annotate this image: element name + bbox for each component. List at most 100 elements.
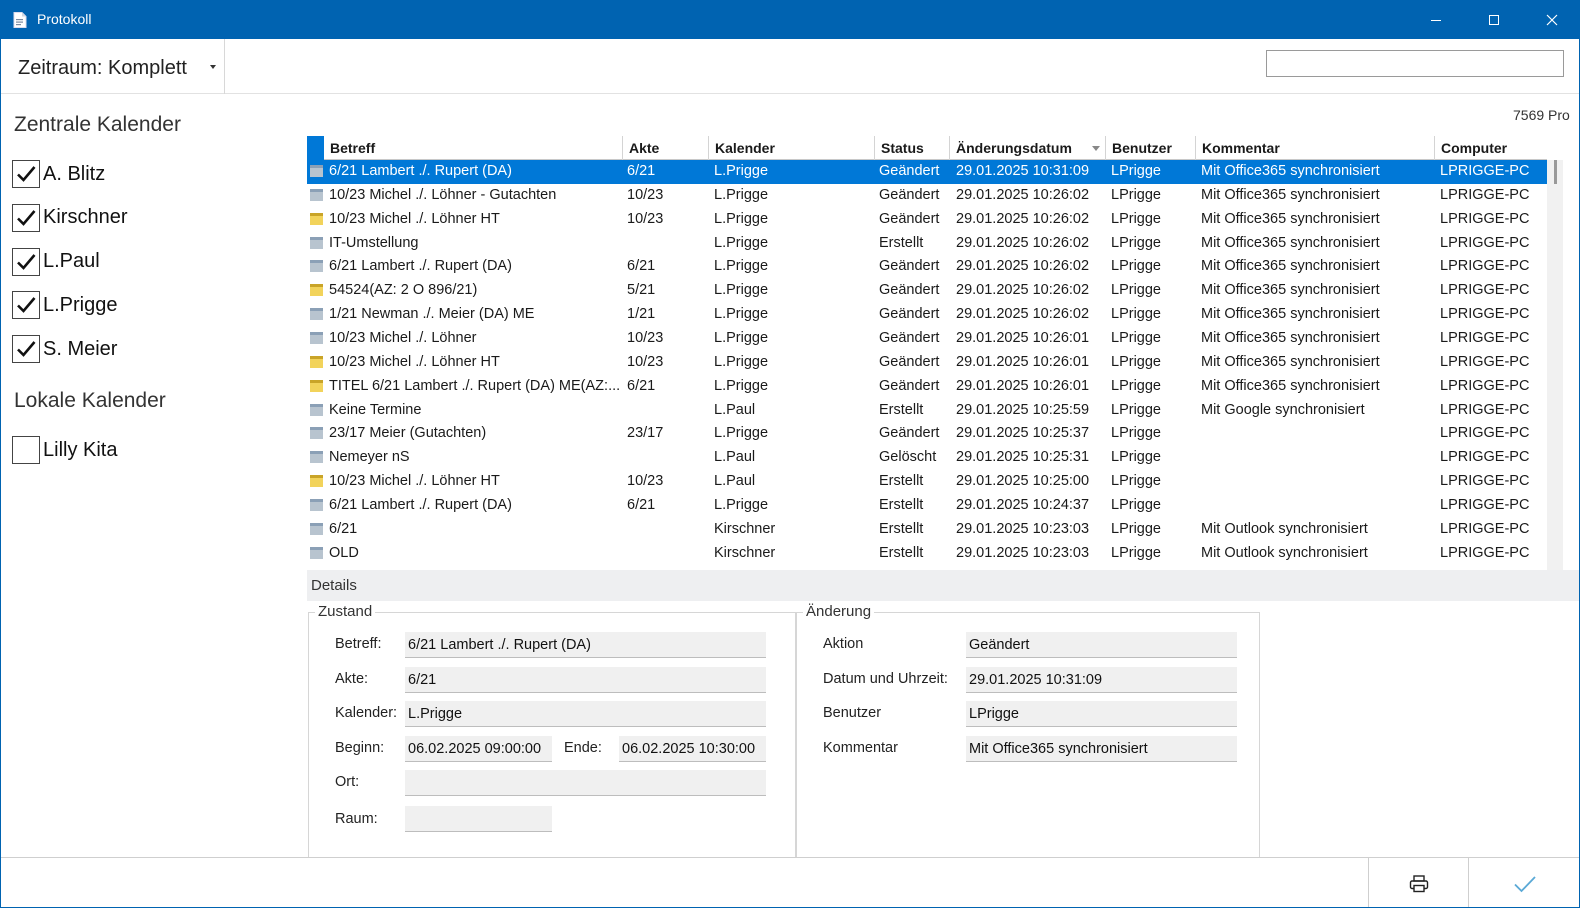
benutzer-field[interactable]: LPrigge <box>966 701 1237 727</box>
cell-kommentar: Mit Office365 synchronisiert <box>1201 258 1380 275</box>
document-icon <box>13 12 27 28</box>
cell-benutzer: LPrigge <box>1111 258 1161 275</box>
kommentar-field[interactable]: Mit Office365 synchronisiert <box>966 736 1237 762</box>
table-row[interactable]: 10/23 Michel ./. Löhner 10/23 L.Prigge Geän… <box>307 327 1547 351</box>
cell-computer: LPRIGGE-PC <box>1440 186 1530 203</box>
column-header-betreff[interactable]: Betreff <box>324 136 623 160</box>
cell-akte: 6/21 <box>627 163 656 179</box>
cell-kalender: L.Prigge <box>714 210 769 227</box>
cell-status: Geändert <box>879 282 940 299</box>
table-row[interactable]: 10/23 Michel ./. Löhner HT 10/23 L.Prigge G… <box>307 208 1547 232</box>
checkbox-unchecked[interactable] <box>12 436 40 464</box>
cell-datum: 29.01.2025 10:26:02 <box>956 210 1090 227</box>
calendar-checkbox-row[interactable]: L.Prigge <box>12 291 118 320</box>
table-row[interactable]: 10/23 Michel ./. Löhner HT 10/23 L.Paul Ers… <box>307 470 1547 494</box>
cell-datum: 29.01.2025 10:26:02 <box>956 234 1090 251</box>
cell-betreff: 10/23 Michel ./. Löhner HT <box>329 473 500 490</box>
cell-status: Geändert <box>879 377 940 394</box>
column-header-aenderungsdatum[interactable]: Änderungsdatum <box>950 136 1106 160</box>
aktion-field[interactable]: Geändert <box>966 632 1237 658</box>
details-label: Details <box>311 577 357 594</box>
table-row[interactable]: 6/21 Lambert ./. Rupert (DA) 6/21 L.Prigge… <box>307 494 1547 518</box>
cell-datum: 29.01.2025 10:24:37 <box>956 496 1090 513</box>
table-row[interactable]: TITEL 6/21 Lambert ./. Rupert (DA) ME(AZ… <box>307 375 1547 399</box>
cell-kommentar: Mit Office365 synchronisiert <box>1201 186 1380 203</box>
beginn-field[interactable]: 06.02.2025 09:00:00 <box>405 736 552 762</box>
cell-computer: LPRIGGE-PC <box>1440 329 1530 346</box>
cell-kalender: L.Prigge <box>714 282 769 299</box>
calendar-checkbox-row[interactable]: Lilly Kita <box>12 436 117 464</box>
checkbox-checked[interactable] <box>12 203 40 232</box>
cell-betreff: IT-Umstellung <box>329 234 419 251</box>
checkbox-checked[interactable] <box>12 335 40 364</box>
cell-betreff: 10/23 Michel ./. Löhner - Gutachten <box>329 186 557 203</box>
cell-benutzer: LPrigge <box>1111 306 1161 323</box>
scrollbar-thumb[interactable] <box>1554 160 1557 184</box>
record-count: 7569 Pro <box>1513 107 1570 123</box>
calendar-checkbox-row[interactable]: Kirschner <box>12 203 127 232</box>
ende-field[interactable]: 06.02.2025 10:30:00 <box>619 736 766 762</box>
cell-kommentar: Mit Office365 synchronisiert <box>1201 282 1380 299</box>
table-row[interactable]: 6/21 Lambert ./. Rupert (DA) 6/21 L.Prigge… <box>307 255 1547 279</box>
column-header-kalender[interactable]: Kalender <box>709 136 875 160</box>
cell-status: Geändert <box>879 186 940 203</box>
calendar-checkbox-row[interactable]: A. Blitz <box>12 160 105 188</box>
table-row[interactable]: 1/21 Newman ./. Meier (DA) ME 1/21 L.Prigg… <box>307 303 1547 327</box>
table-row[interactable]: Nemeyer nS L.Paul Gelöscht 29.01.2025 10:25… <box>307 446 1547 470</box>
print-button[interactable] <box>1368 858 1468 907</box>
minimize-icon <box>1431 20 1441 21</box>
checkbox-checked[interactable] <box>12 247 40 276</box>
cell-kalender: L.Prigge <box>714 306 769 323</box>
column-header-status[interactable]: Status <box>875 136 950 160</box>
table-row[interactable]: 54524(AZ: 2 O 896/21) 5/21 L.Prigge Geänder… <box>307 279 1547 303</box>
cell-kalender: L.Prigge <box>714 163 769 179</box>
window-title: Protokoll <box>37 11 92 27</box>
column-header-akte[interactable]: Akte <box>623 136 709 160</box>
table-row[interactable]: IT-Umstellung L.Prigge Erstellt 29.01.2025 … <box>307 232 1547 256</box>
minimize-button[interactable] <box>1407 1 1465 39</box>
cell-computer: LPRIGGE-PC <box>1440 496 1530 513</box>
checkbox-checked[interactable] <box>12 291 40 320</box>
calendar-gray-icon <box>310 403 323 416</box>
kalender-field[interactable]: L.Prigge <box>405 701 766 727</box>
calendar-gray-icon <box>310 522 323 535</box>
cell-status: Erstellt <box>879 401 924 418</box>
raum-field[interactable] <box>405 806 552 832</box>
calendar-checkbox-row[interactable]: L.Paul <box>12 247 100 276</box>
cell-benutzer: LPrigge <box>1111 520 1161 537</box>
cell-betreff: OLD <box>329 544 359 561</box>
ok-button[interactable] <box>1468 858 1579 907</box>
calendar-gray-icon <box>310 331 323 344</box>
checkmark-icon <box>17 253 36 270</box>
cell-kommentar: Mit Office365 synchronisiert <box>1201 353 1380 370</box>
column-header-benutzer[interactable]: Benutzer <box>1106 136 1196 160</box>
table-row[interactable]: Keine Termine L.Paul Erstellt 29.01.2025 10… <box>307 399 1547 423</box>
zeitraum-dropdown[interactable]: Zeitraum: Komplett <box>1 39 225 94</box>
vertical-scrollbar[interactable] <box>1547 160 1563 570</box>
betreff-field[interactable]: 6/21 Lambert ./. Rupert (DA) <box>405 632 766 658</box>
table-row[interactable]: 10/23 Michel ./. Löhner HT 10/23 L.Prigge G… <box>307 351 1547 375</box>
cell-computer: LPRIGGE-PC <box>1440 353 1530 370</box>
column-header-computer[interactable]: Computer <box>1435 136 1547 160</box>
search-input[interactable] <box>1266 50 1564 77</box>
cell-datum: 29.01.2025 10:23:03 <box>956 520 1090 537</box>
table-row[interactable]: 23/17 Meier (Gutachten) 23/17 L.Prigge Geän… <box>307 422 1547 446</box>
cell-computer: LPRIGGE-PC <box>1440 210 1530 227</box>
maximize-button[interactable] <box>1465 1 1523 39</box>
checkbox-checked[interactable] <box>12 160 40 188</box>
cell-kommentar: Mit Google synchronisiert <box>1201 401 1365 418</box>
table-row[interactable]: 10/23 Michel ./. Löhner - Gutachten 10/23… <box>307 184 1547 208</box>
close-button[interactable] <box>1523 1 1579 39</box>
cell-benutzer: LPrigge <box>1111 377 1161 394</box>
calendar-checkbox-row[interactable]: S. Meier <box>12 335 117 364</box>
table-row[interactable]: OLD Kirschner Erstellt 29.01.2025 10:23:03 L… <box>307 542 1547 566</box>
akte-field[interactable]: 6/21 <box>405 667 766 693</box>
datum-field[interactable]: 29.01.2025 10:31:09 <box>966 667 1237 693</box>
cell-kalender: Kirschner <box>714 544 776 561</box>
cell-kommentar: Mit Outlook synchronisiert <box>1201 520 1368 537</box>
table-row[interactable]: 6/21 Kirschner Erstellt 29.01.2025 10:23:03… <box>307 518 1547 542</box>
ort-field[interactable] <box>405 770 766 796</box>
table-row[interactable]: 6/21 Lambert ./. Rupert (DA) 6/21 L.Prigge… <box>307 160 1547 184</box>
column-header-kommentar[interactable]: Kommentar <box>1196 136 1435 160</box>
cell-akte: 6/21 <box>627 258 656 275</box>
